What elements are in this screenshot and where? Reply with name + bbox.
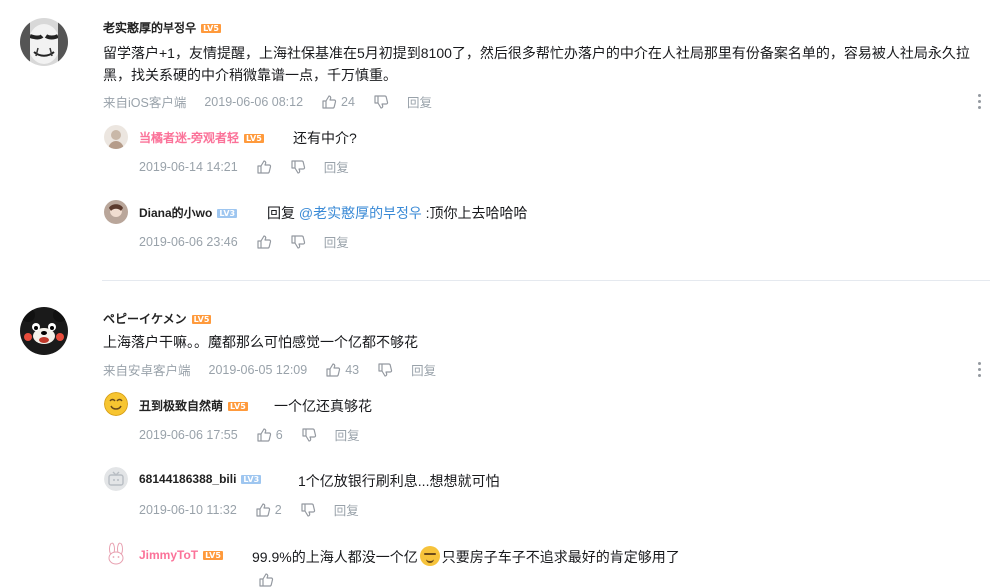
comment-meta: 来自安卓客户端 2019-06-05 12:09 43 回复 — [103, 360, 436, 379]
reply-username[interactable]: JimmyToT LV5 — [139, 548, 223, 562]
like-button[interactable] — [258, 572, 274, 588]
avatar[interactable] — [20, 18, 68, 66]
user-avatar-mask-icon — [20, 18, 68, 66]
level-badge: LV5 — [244, 134, 264, 144]
like-button[interactable] — [256, 234, 272, 250]
thumb-down-icon — [373, 94, 389, 110]
more-options-icon[interactable] — [978, 94, 982, 112]
reply-time: 2019-06-06 23:46 — [139, 234, 238, 249]
comment-time: 2019-06-05 12:09 — [208, 362, 308, 377]
level-badge: LV3 — [217, 209, 238, 219]
comment-meta: 来自iOS客户端 2019-06-06 08:12 24 回复 — [103, 92, 432, 111]
user-avatar-bear-icon — [20, 307, 68, 355]
dislike-button[interactable] — [377, 362, 393, 378]
avatar[interactable] — [104, 542, 128, 566]
thumb-up-icon — [321, 94, 337, 110]
reply-text-part1: 99.9%的上海人都没一个亿 — [252, 549, 418, 565]
reply-button[interactable]: 回复 — [334, 500, 359, 519]
thumb-up-icon — [325, 362, 341, 378]
reply-content: 回复 @老实憨厚的부정우 :顶你上去哈哈哈 — [267, 203, 528, 223]
like-count: 2 — [274, 502, 282, 517]
mention-link[interactable]: @老实憨厚的부정우 — [299, 205, 422, 221]
reply-username[interactable]: 丑到极致自然萌 LV5 — [139, 397, 248, 414]
like-count: 6 — [275, 427, 283, 442]
avatar[interactable] — [104, 125, 128, 149]
reply-button[interactable]: 回复 — [335, 425, 360, 444]
like-button[interactable] — [256, 159, 272, 175]
reply-time: 2019-06-10 11:32 — [139, 502, 237, 517]
like-button[interactable]: 43 — [325, 362, 359, 378]
thumb-up-icon — [256, 234, 272, 250]
level-badge: LV5 — [228, 402, 248, 412]
reply-content: 还有中介? — [293, 130, 357, 146]
reply-content: 一个亿还真够花 — [274, 398, 372, 414]
reply-button[interactable]: 回复 — [324, 232, 349, 251]
reply-username[interactable]: 当橘者迷-旁观者轻 LV5 — [139, 129, 264, 146]
reply-time: 2019-06-14 14:21 — [139, 159, 238, 174]
reply-time: 2019-06-06 17:55 — [139, 427, 238, 442]
user-avatar-smiley-icon — [104, 392, 128, 416]
dislike-button[interactable] — [290, 234, 306, 250]
dislike-button[interactable] — [301, 427, 317, 443]
thumb-up-icon — [258, 572, 274, 588]
reply-text-part2: 只要房子车子不追求最好的肯定够用了 — [441, 549, 680, 565]
laughing-emoji-icon — [419, 546, 440, 566]
like-count: 43 — [345, 362, 360, 377]
thumb-down-icon — [290, 234, 306, 250]
like-button[interactable]: 24 — [321, 94, 355, 110]
thumb-down-icon — [301, 427, 317, 443]
thumb-up-icon — [256, 427, 272, 443]
reply-meta: 2019-06-10 11:32 2 回复 — [139, 500, 359, 519]
reply-content: 1个亿放银行刷利息...想想就可怕 — [298, 473, 500, 489]
reply-prefix: 回复 — [267, 205, 295, 221]
comment-username[interactable]: ペピーイケメン LV5 — [103, 310, 212, 327]
reply-meta: 2019-06-14 14:21 回复 — [139, 157, 349, 176]
level-badge: LV5 — [191, 315, 212, 325]
reply-meta-partial — [258, 572, 274, 588]
reply-username[interactable]: Diana的小wo LV3 — [139, 204, 238, 221]
comment-time: 2019-06-06 08:12 — [204, 94, 304, 109]
client-source: 来自安卓客户端 — [103, 364, 191, 378]
reply-content: 99.9%的上海人都没一个亿 只要房子车子不追求最好的肯定够用了 — [252, 546, 680, 567]
avatar[interactable] — [104, 467, 128, 491]
thumb-down-icon — [290, 159, 306, 175]
user-avatar-icon — [104, 200, 128, 224]
reply-meta: 2019-06-06 17:55 6 回复 — [139, 425, 360, 444]
level-badge: LV3 — [241, 475, 262, 485]
reply-username[interactable]: 68144186388_bili LV3 — [139, 472, 262, 486]
client-source: 来自iOS客户端 — [103, 96, 187, 110]
avatar[interactable] — [104, 392, 128, 416]
reply-button[interactable]: 回复 — [411, 360, 436, 379]
dislike-button[interactable] — [300, 502, 316, 518]
dislike-button[interactable] — [290, 159, 306, 175]
dislike-button[interactable] — [373, 94, 389, 110]
reply-button[interactable]: 回复 — [324, 157, 349, 176]
default-avatar-tv-icon — [104, 467, 128, 491]
thumb-up-icon — [255, 502, 271, 518]
avatar[interactable] — [104, 200, 128, 224]
comment-divider — [102, 280, 990, 281]
thumb-down-icon — [377, 362, 393, 378]
reply-text: :顶你上去哈哈哈 — [421, 205, 528, 221]
user-avatar-icon — [104, 125, 128, 149]
thumb-up-icon — [256, 159, 272, 175]
level-badge: LV5 — [201, 24, 221, 34]
reply-meta: 2019-06-06 23:46 回复 — [139, 232, 349, 251]
comment-username[interactable]: 老实憨厚的부정우 LV5 — [103, 19, 221, 36]
level-badge: LV5 — [203, 551, 223, 561]
more-options-icon[interactable] — [978, 362, 982, 380]
reply-button[interactable]: 回复 — [407, 92, 432, 111]
avatar[interactable] — [20, 307, 68, 355]
user-avatar-bunny-icon — [104, 542, 128, 566]
like-button[interactable]: 2 — [255, 502, 282, 518]
comment-content: 留学落户+1，友情提醒，上海社保基准在5月初提到8100了，然后很多帮忙办落户的… — [103, 45, 970, 83]
comment-content: 上海落户干嘛。。魔都那么可怕感觉一个亿都不够花 — [103, 334, 418, 350]
thumb-down-icon — [300, 502, 316, 518]
like-count: 24 — [341, 94, 355, 109]
like-button[interactable]: 6 — [256, 427, 283, 443]
